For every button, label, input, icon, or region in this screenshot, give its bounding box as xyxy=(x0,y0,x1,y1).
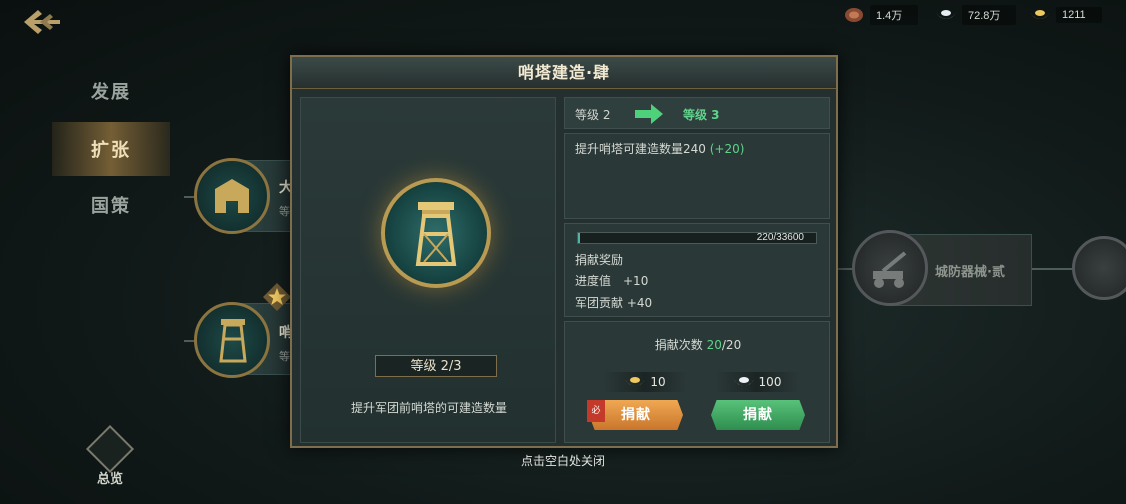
donate-box: 捐献次数 20/20 10 100 捐献 必 捐献 xyxy=(564,321,830,443)
reward-progress: 进度值 +10 xyxy=(575,274,649,288)
silver-ingot-icon xyxy=(936,10,956,19)
close-hint[interactable]: 点击空白处关闭 xyxy=(0,452,1126,469)
silver-cost-value: 100 xyxy=(758,375,782,389)
resource-amount: 72.8万 xyxy=(962,5,1017,25)
gold-ingot-icon xyxy=(1030,10,1050,19)
donate-count-label: 捐献次数 xyxy=(654,338,707,352)
gate-icon[interactable] xyxy=(194,158,270,234)
progress-fill xyxy=(578,233,580,243)
back-arrow-icon[interactable] xyxy=(20,6,64,38)
donate-count-current: 20 xyxy=(706,338,722,352)
tech-preview-pane: 等级 2/3 提升军团前哨塔的可建造数量 xyxy=(300,97,556,443)
donate-count-total: /20 xyxy=(721,338,742,352)
meat-icon xyxy=(845,8,863,22)
star-badge-icon xyxy=(263,283,291,311)
donate-silver-button[interactable]: 捐献 xyxy=(711,400,805,430)
gold-cost-value: 10 xyxy=(650,375,666,389)
watchtower-icon[interactable] xyxy=(194,302,270,378)
silver-ingot-icon xyxy=(733,377,754,386)
reward-title: 捐献奖励 xyxy=(575,253,624,267)
donation-progress-bar: 220/33600 xyxy=(577,232,817,244)
upgrade-dialog: 哨塔建造·肆 等级 2/3 提升军团前哨塔的可建造数量 等级 2 等级 3 提升… xyxy=(290,55,838,448)
tech-node-sub: 等 xyxy=(279,205,290,218)
tree-connector xyxy=(1032,268,1072,270)
upgrade-details-pane: 等级 2 等级 3 提升哨塔可建造数量240 (+20) 220/33600 捐… xyxy=(564,97,830,443)
arrow-right-icon xyxy=(635,104,663,124)
tech-node-sub: 等 xyxy=(279,350,290,363)
dialog-title: 哨塔建造·肆 xyxy=(517,63,611,82)
resource-gold: 1211 xyxy=(1028,2,1102,28)
level-next: 等级 3 xyxy=(683,108,720,122)
level-current: 等级 2 xyxy=(575,108,611,122)
reward-box: 220/33600 捐献奖励 进度值 +10 军团贡献 +40 xyxy=(564,223,830,317)
gold-cost: 10 xyxy=(603,372,687,392)
level-change-row: 等级 2 等级 3 xyxy=(564,97,830,129)
tech-node-label: 城防器械·贰 xyxy=(935,265,1005,280)
progress-text: 220/33600 xyxy=(756,232,804,243)
tech-description: 提升军团前哨塔的可建造数量 xyxy=(350,401,507,415)
reward-contribution: 军团贡献 +40 xyxy=(575,296,653,310)
watchtower-emblem-icon xyxy=(381,178,491,288)
tab-development[interactable]: 发展 xyxy=(52,64,170,118)
resource-meat: 1.4万 xyxy=(842,2,919,28)
tab-expansion[interactable]: 扩张 xyxy=(52,122,170,176)
effect-prefix: 提升哨塔可建造数量240 xyxy=(575,142,710,156)
effect-text: 提升哨塔可建造数量240 (+20) xyxy=(575,140,744,157)
resource-amount: 1.4万 xyxy=(870,5,919,25)
gold-ingot-icon xyxy=(625,377,646,386)
catapult-icon[interactable] xyxy=(852,230,928,306)
resource-amount: 1211 xyxy=(1056,7,1102,23)
effect-bonus: (+20) xyxy=(709,142,745,156)
level-tag: 等级 2/3 xyxy=(375,355,497,377)
resource-silver: 72.8万 xyxy=(934,2,1017,28)
silver-cost: 100 xyxy=(715,372,799,392)
tab-policy[interactable]: 国策 xyxy=(52,178,170,232)
tech-node-partial[interactable] xyxy=(1072,236,1126,300)
effect-box: 提升哨塔可建造数量240 (+20) xyxy=(564,133,830,219)
corner-badge: 必 xyxy=(587,400,605,422)
donate-count: 捐献次数 20/20 xyxy=(565,336,831,353)
